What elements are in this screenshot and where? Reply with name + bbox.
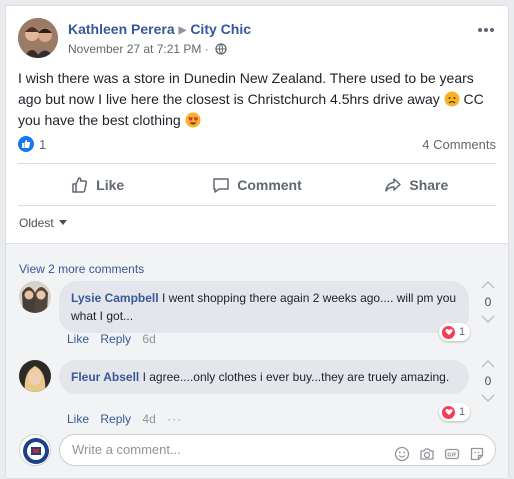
commenter-avatar[interactable] (19, 281, 51, 313)
comment-sort-dropdown[interactable]: Oldest (19, 216, 67, 230)
comment-composer: Write a comment... GIF (19, 434, 496, 474)
post-card: Kathleen Perera ▶ City Chic November 27 at… (5, 5, 509, 479)
comment-like-link[interactable]: Like (67, 332, 89, 346)
thumbs-up-icon (72, 177, 88, 193)
post-text: I wish there was a store in Dunedin New … (18, 70, 474, 107)
globe-icon[interactable] (215, 43, 227, 58)
comment-vote: 0 (476, 281, 500, 323)
camera-icon[interactable] (419, 443, 435, 460)
downvote-icon[interactable] (481, 315, 495, 323)
sort-label: Oldest (19, 216, 54, 230)
comment-reaction-badge[interactable]: 1 (439, 323, 471, 341)
post-timestamp[interactable]: November 27 at 7:21 PM (68, 42, 201, 56)
caret-down-icon (58, 220, 67, 225)
post-meta: November 27 at 7:21 PM · (68, 42, 227, 58)
composer-tools: GIF (394, 443, 485, 462)
author-avatar[interactable] (18, 18, 58, 58)
sticker-icon[interactable] (469, 443, 485, 461)
comment-input[interactable]: Write a comment... GIF (59, 434, 496, 466)
commenter-name[interactable]: Fleur Absell (71, 370, 139, 384)
current-user-avatar[interactable] (19, 434, 51, 466)
author-name[interactable]: Kathleen Perera (68, 21, 175, 37)
commenter-avatar[interactable] (19, 360, 51, 392)
comment-time[interactable]: 4d (142, 412, 155, 426)
comment-icon (213, 178, 229, 193)
vote-count: 0 (484, 295, 492, 309)
view-more-comments-link[interactable]: View 2 more comments (19, 262, 144, 276)
downvote-icon[interactable] (481, 394, 495, 402)
like-button[interactable]: Like (18, 168, 177, 202)
comment-reaction-count: 1 (459, 326, 466, 338)
love-reaction-icon (442, 405, 455, 419)
comment-item: Fleur Absell I agree....only clothes i e… (19, 360, 500, 430)
post-body: I wish there was a store in Dunedin New … (18, 68, 496, 131)
more-options-icon[interactable] (476, 22, 496, 38)
comment-bubble: Fleur Absell I agree....only clothes i e… (59, 360, 469, 394)
share-icon (385, 178, 402, 192)
love-reaction-icon (442, 325, 455, 339)
shared-to-arrow-icon: ▶ (178, 25, 187, 36)
comment-reaction-count: 1 (459, 406, 466, 418)
meta-separator: · (204, 42, 209, 56)
comment-button[interactable]: Comment (177, 168, 336, 202)
comment-count[interactable]: 4 Comments (422, 137, 496, 152)
comment-like-link[interactable]: Like (67, 412, 89, 426)
upvote-icon[interactable] (481, 281, 495, 289)
comment-time[interactable]: 6d (142, 332, 155, 346)
author-line: Kathleen Perera ▶ City Chic (68, 21, 251, 37)
share-button-label: Share (409, 177, 449, 193)
like-button-label: Like (96, 177, 125, 193)
comment-more-options[interactable]: ··· (167, 412, 182, 426)
reaction-summary: 1 4 Comments (18, 135, 496, 157)
comment-vote: 0 (476, 360, 500, 402)
disappointed-face-icon (444, 91, 460, 107)
comment-text: I agree....only clothes i ever buy...the… (142, 370, 450, 384)
gif-icon[interactable]: GIF (444, 443, 460, 460)
comment-item: Lysie Campbell I went shopping there aga… (19, 281, 500, 351)
post-header: Kathleen Perera ▶ City Chic November 27 at… (18, 18, 496, 62)
comment-reply-link[interactable]: Reply (100, 412, 131, 426)
emoji-icon[interactable] (394, 443, 410, 462)
page-name[interactable]: City Chic (190, 21, 251, 37)
comment-reaction-badge[interactable]: 1 (439, 403, 471, 421)
heart-eyes-icon (185, 112, 201, 128)
comment-input-placeholder: Write a comment... (72, 442, 181, 457)
post-actions: Like Comment Share (18, 168, 496, 202)
comments-section: View 2 more comments Lysie Campbell I we… (6, 243, 508, 478)
comment-button-label: Comment (237, 177, 302, 193)
upvote-icon[interactable] (481, 360, 495, 368)
commenter-name[interactable]: Lysie Campbell (71, 291, 159, 305)
divider (18, 163, 496, 164)
like-count[interactable]: 1 (39, 137, 46, 152)
comment-bubble: Lysie Campbell I went shopping there aga… (59, 281, 469, 333)
comment-actions: Like Reply 4d ··· (67, 412, 190, 426)
share-button[interactable]: Share (337, 168, 496, 202)
comment-actions: Like Reply 6d (67, 332, 164, 346)
svg-text:GIF: GIF (447, 452, 456, 458)
divider (18, 205, 496, 206)
vote-count: 0 (484, 374, 492, 388)
comment-reply-link[interactable]: Reply (100, 332, 131, 346)
like-reaction-icon[interactable] (18, 136, 34, 152)
